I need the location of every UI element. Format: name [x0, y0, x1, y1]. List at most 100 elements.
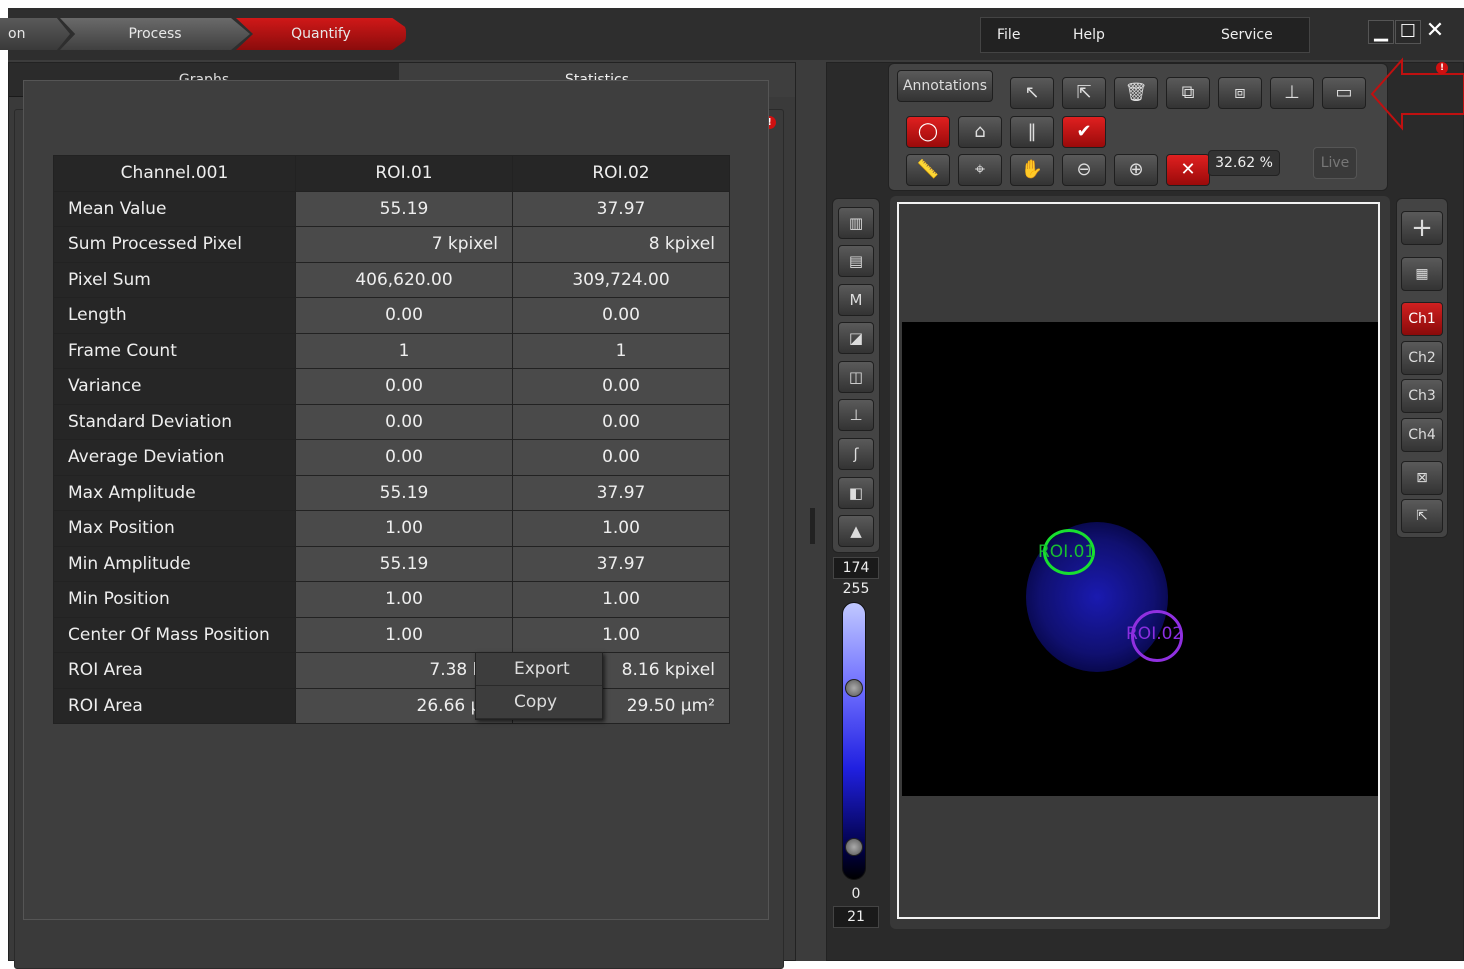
- table-row[interactable]: Variance 0.00 0.00: [53, 368, 730, 405]
- lut-gamma-icon[interactable]: ʃ: [838, 438, 874, 470]
- copy-roi-icon[interactable]: ⧈: [1218, 77, 1262, 109]
- close-channel-icon[interactable]: ⊠: [1401, 461, 1443, 495]
- zoom-out-icon[interactable]: ⊖: [1062, 154, 1106, 186]
- roi2-value[interactable]: 309,724.00: [512, 261, 730, 298]
- crosshair-icon[interactable]: ⌖: [958, 154, 1002, 186]
- trash-icon[interactable]: 🗑: [1114, 77, 1158, 109]
- breadcrumb-step-process[interactable]: Process: [60, 18, 250, 50]
- annotations-button[interactable]: Annotations: [897, 70, 993, 102]
- layout-grid-icon[interactable]: ▦: [1401, 257, 1443, 291]
- maximize-button[interactable]: ☐: [1395, 20, 1421, 44]
- roi1-value[interactable]: 1.00: [295, 510, 513, 547]
- roi2-value[interactable]: 0.00: [512, 297, 730, 334]
- table-row[interactable]: Mean Value 55.19 37.97: [53, 190, 730, 227]
- context-menu-copy[interactable]: Copy: [476, 686, 602, 719]
- table-row[interactable]: Sum Processed Pixel 7 kpixel 8 kpixel: [53, 226, 730, 263]
- column-header-channel[interactable]: Channel.001: [53, 155, 296, 192]
- select-all-tool-icon[interactable]: ⇱: [1062, 77, 1106, 109]
- context-menu-export[interactable]: Export: [476, 653, 602, 686]
- column-header-roi1[interactable]: ROI.01: [295, 155, 513, 192]
- channel-button-ch1[interactable]: Ch1: [1401, 302, 1443, 336]
- roi1-value[interactable]: 55.19: [295, 474, 513, 511]
- minimize-button[interactable]: ▁: [1368, 20, 1394, 44]
- hand-pan-icon[interactable]: ✋: [1010, 154, 1054, 186]
- table-row[interactable]: ROI Area 7.38 kpi 8.16 kpixel: [53, 652, 730, 689]
- roi2-value[interactable]: 8 kpixel: [512, 226, 730, 263]
- crop-tool-icon[interactable]: ⧉: [1166, 77, 1210, 109]
- roi1-value[interactable]: 1.00: [295, 581, 513, 618]
- roi1-value[interactable]: 0.00: [295, 403, 513, 440]
- breadcrumb-step-acquisition[interactable]: on: [0, 18, 70, 50]
- roi1-value[interactable]: 55.19: [295, 190, 513, 227]
- rectangle-tool-icon[interactable]: ▭: [1322, 77, 1366, 109]
- roi2-value[interactable]: 1.00: [512, 510, 730, 547]
- roi1-value[interactable]: 0.00: [295, 368, 513, 405]
- lut-min-input[interactable]: 21: [833, 906, 879, 928]
- line-tool-icon[interactable]: ‖: [1010, 116, 1054, 148]
- lut-max-label: 255: [842, 581, 870, 597]
- roi1-value[interactable]: 55.19: [295, 545, 513, 582]
- microscopy-image[interactable]: ROI.01 ROI.02: [902, 322, 1378, 796]
- lut-max-input[interactable]: 174: [833, 557, 879, 579]
- menu-file[interactable]: File: [997, 18, 1020, 52]
- table-row[interactable]: Frame Count 1 1: [53, 332, 730, 369]
- roi1-value[interactable]: 0.00: [295, 297, 513, 334]
- roi2-value[interactable]: 37.97: [512, 474, 730, 511]
- lut-min-icon[interactable]: ⊥: [838, 399, 874, 431]
- table-row[interactable]: Max Position 1.00 1.00: [53, 510, 730, 547]
- zoom-in-icon[interactable]: ⊕: [1114, 154, 1158, 186]
- lut-preset-icon[interactable]: ◪: [838, 322, 874, 354]
- polygon-tool-icon[interactable]: ⌂: [958, 116, 1002, 148]
- menu-service[interactable]: Service: [1221, 18, 1273, 52]
- column-header-roi2[interactable]: ROI.02: [512, 155, 730, 192]
- histogram-icon[interactable]: ▲: [838, 515, 874, 547]
- table-row[interactable]: Pixel Sum 406,620.00 309,724.00: [53, 261, 730, 298]
- roi1-value[interactable]: 1.00: [295, 616, 513, 653]
- roi1-value[interactable]: 1: [295, 332, 513, 369]
- ruler-icon[interactable]: 📏: [906, 154, 950, 186]
- table-row[interactable]: Min Amplitude 55.19 37.97: [53, 545, 730, 582]
- export-channels-icon[interactable]: ⇱: [1401, 499, 1443, 533]
- roi2-value[interactable]: 37.97: [512, 190, 730, 227]
- roi1-value[interactable]: 406,620.00: [295, 261, 513, 298]
- roi2-value[interactable]: 1.00: [512, 616, 730, 653]
- lut-stack-icon[interactable]: ◫: [838, 361, 874, 393]
- table-row[interactable]: Standard Deviation 0.00 0.00: [53, 403, 730, 440]
- info-icon[interactable]: !: [1436, 62, 1448, 74]
- channel-button-ch4[interactable]: Ch4: [1401, 418, 1443, 452]
- table-row[interactable]: Max Amplitude 55.19 37.97: [53, 474, 730, 511]
- lut-invert-icon[interactable]: ◧: [838, 477, 874, 509]
- channel-button-ch2[interactable]: Ch2: [1401, 341, 1443, 375]
- live-button[interactable]: Live: [1313, 147, 1357, 179]
- table-row[interactable]: Center Of Mass Position 1.00 1.00: [53, 616, 730, 653]
- table-row[interactable]: Length 0.00 0.00: [53, 297, 730, 334]
- roi2-value[interactable]: 0.00: [512, 439, 730, 476]
- menu-help[interactable]: Help: [1073, 18, 1105, 52]
- table-row[interactable]: ROI Area 26.66 μm 29.50 μm²: [53, 687, 730, 724]
- roi2-value[interactable]: 1: [512, 332, 730, 369]
- table-row[interactable]: Min Position 1.00 1.00: [53, 581, 730, 618]
- row-label: Average Deviation: [53, 439, 296, 476]
- breadcrumb-step-quantify[interactable]: Quantify: [236, 18, 406, 50]
- ellipse-tool-icon[interactable]: ◯: [906, 116, 950, 148]
- roi1-value[interactable]: 7 kpixel: [295, 226, 513, 263]
- add-icon[interactable]: +: [1401, 211, 1443, 245]
- roi2-value[interactable]: 1.00: [512, 581, 730, 618]
- pointer-tool-icon[interactable]: ↖: [1010, 77, 1054, 109]
- checkmark-icon[interactable]: ✔: [1062, 116, 1106, 148]
- auto-contrast-icon[interactable]: M: [838, 284, 874, 316]
- roi2-value[interactable]: 37.97: [512, 545, 730, 582]
- lut-spectrum-icon[interactable]: ▤: [838, 245, 874, 277]
- fit-to-window-icon[interactable]: ✕: [1166, 154, 1210, 186]
- close-button[interactable]: ✕: [1422, 20, 1448, 44]
- baseline-tool-icon[interactable]: ⊥: [1270, 77, 1314, 109]
- lut-color-icon[interactable]: ▥: [838, 207, 874, 239]
- roi1-value[interactable]: 0.00: [295, 439, 513, 476]
- table-row[interactable]: Average Deviation 0.00 0.00: [53, 439, 730, 476]
- roi2-value[interactable]: 0.00: [512, 403, 730, 440]
- roi2-value[interactable]: 0.00: [512, 368, 730, 405]
- panel-splitter-handle[interactable]: [810, 508, 815, 544]
- lut-lower-handle[interactable]: [845, 837, 863, 856]
- channel-button-ch3[interactable]: Ch3: [1401, 379, 1443, 413]
- row-label: Variance: [53, 368, 296, 405]
